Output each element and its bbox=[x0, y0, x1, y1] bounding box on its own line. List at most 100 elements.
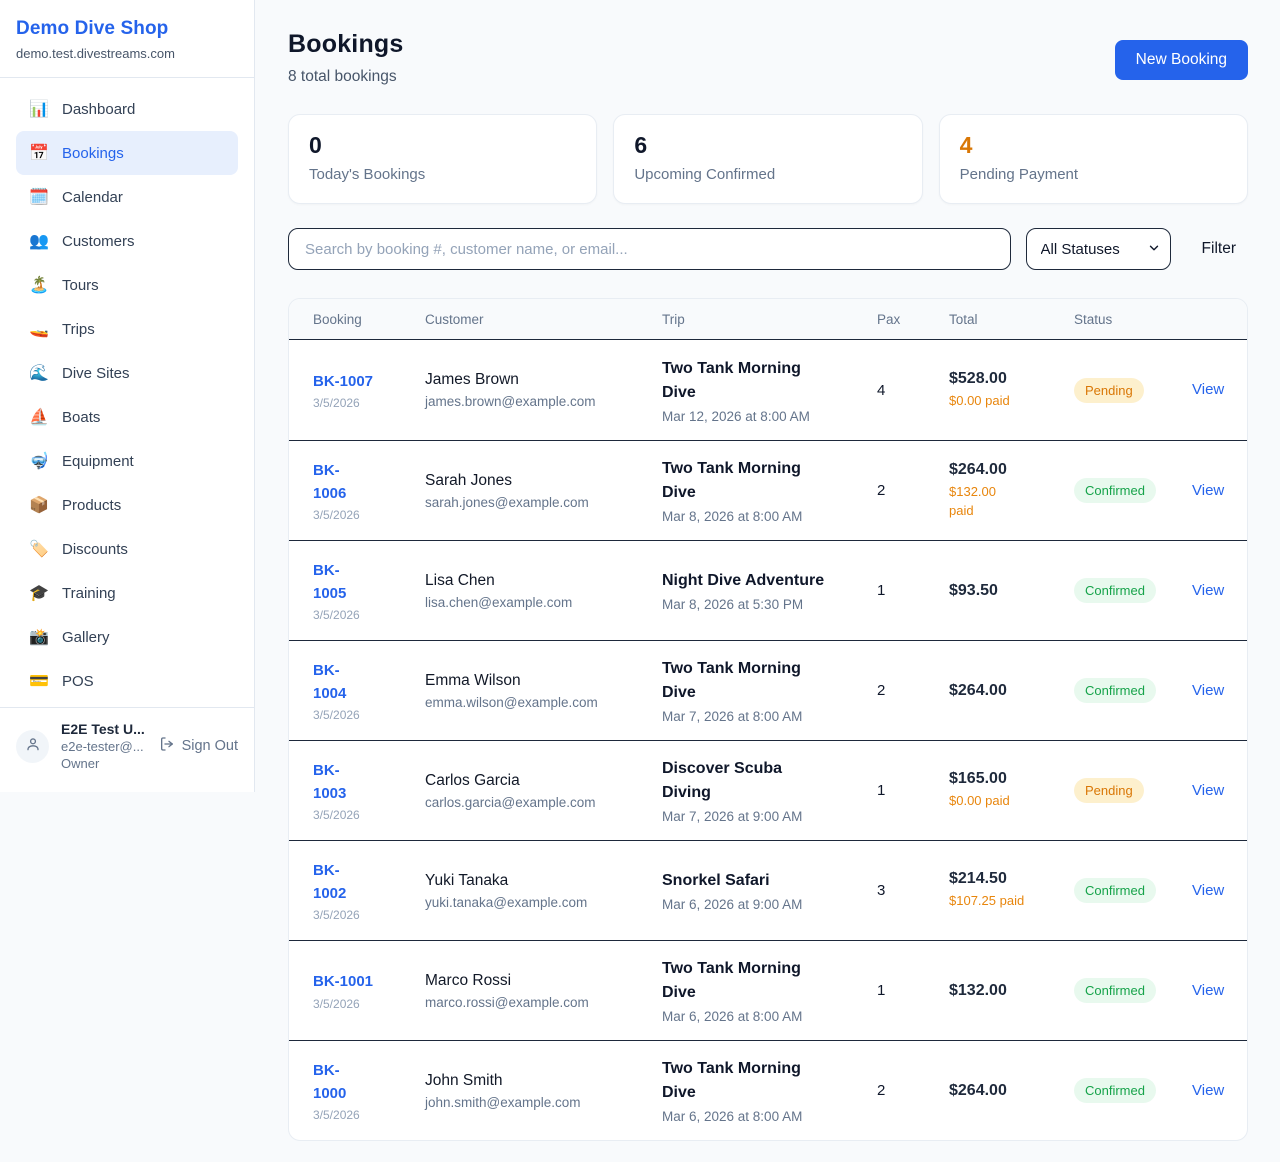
search-input[interactable] bbox=[288, 228, 1011, 270]
trip-datetime: Mar 6, 2026 at 9:00 AM bbox=[662, 897, 877, 912]
column-header-status: Status bbox=[1074, 312, 1192, 327]
booking-id-link[interactable]: BK-1005 bbox=[313, 559, 355, 606]
booking-cell: BK-1005 3/5/2026 bbox=[313, 559, 425, 623]
booking-date: 3/5/2026 bbox=[313, 396, 425, 410]
view-link[interactable]: View bbox=[1192, 1082, 1224, 1099]
booking-id-link[interactable]: BK-1002 bbox=[313, 859, 355, 906]
sidebar-item-dashboard[interactable]: 📊 Dashboard bbox=[16, 87, 238, 131]
sidebar-item-training[interactable]: 🎓 Training bbox=[16, 571, 238, 615]
action-cell: View bbox=[1192, 381, 1224, 399]
view-link[interactable]: View bbox=[1192, 882, 1224, 899]
customer-name: Emma Wilson bbox=[425, 672, 662, 690]
stat-card-pending-payment: 4 Pending Payment bbox=[939, 114, 1248, 204]
view-link[interactable]: View bbox=[1192, 782, 1224, 799]
boats-icon: ⛵ bbox=[29, 407, 49, 427]
booking-id-link[interactable]: BK-1007 bbox=[313, 370, 425, 393]
customer-email: james.brown@example.com bbox=[425, 394, 662, 409]
person-icon bbox=[25, 736, 41, 757]
status-cell: Pending bbox=[1074, 778, 1192, 803]
booking-cell: BK-1000 3/5/2026 bbox=[313, 1059, 425, 1123]
page-title: Bookings bbox=[288, 30, 404, 59]
sidebar-item-equipment[interactable]: 🤿 Equipment bbox=[16, 439, 238, 483]
shop-name: Demo Dive Shop bbox=[16, 18, 238, 40]
total-amount: $264.00 bbox=[949, 1082, 1074, 1100]
booking-date: 3/5/2026 bbox=[313, 508, 425, 522]
trip-datetime: Mar 6, 2026 at 8:00 AM bbox=[662, 1109, 877, 1124]
trip-datetime: Mar 7, 2026 at 8:00 AM bbox=[662, 709, 877, 724]
paid-amount: $132.00 paid bbox=[949, 483, 1007, 521]
sidebar-item-trips[interactable]: 🚤 Trips bbox=[16, 307, 238, 351]
filter-button[interactable]: Filter bbox=[1202, 240, 1236, 258]
sign-out-button[interactable]: Sign Out bbox=[159, 736, 238, 756]
status-cell: Pending bbox=[1074, 378, 1192, 403]
total-amount: $132.00 bbox=[949, 982, 1074, 1000]
customer-email: john.smith@example.com bbox=[425, 1095, 662, 1110]
booking-id-link[interactable]: BK-1006 bbox=[313, 459, 355, 506]
view-link[interactable]: View bbox=[1192, 582, 1224, 599]
action-cell: View bbox=[1192, 982, 1224, 1000]
sidebar-item-calendar[interactable]: 🗓️ Calendar bbox=[16, 175, 238, 219]
sidebar-item-bookings[interactable]: 📅 Bookings bbox=[16, 131, 238, 175]
user-name: E2E Test U... bbox=[61, 721, 147, 737]
status-cell: Confirmed bbox=[1074, 678, 1192, 703]
view-link[interactable]: View bbox=[1192, 682, 1224, 699]
sidebar-item-dive-sites[interactable]: 🌊 Dive Sites bbox=[16, 351, 238, 395]
status-badge: Confirmed bbox=[1074, 678, 1156, 703]
status-cell: Confirmed bbox=[1074, 578, 1192, 603]
booking-id-link[interactable]: BK-1000 bbox=[313, 1059, 355, 1106]
customer-cell: James Brown james.brown@example.com bbox=[425, 371, 662, 409]
stat-label: Today's Bookings bbox=[309, 166, 576, 183]
trip-cell: Two Tank Morning Dive Mar 12, 2026 at 8:… bbox=[662, 357, 877, 424]
trip-cell: Discover Scuba Diving Mar 7, 2026 at 9:0… bbox=[662, 757, 877, 824]
trip-name: Two Tank Morning Dive bbox=[662, 457, 828, 505]
booking-id-link[interactable]: BK-1001 bbox=[313, 970, 425, 993]
action-cell: View bbox=[1192, 782, 1224, 800]
customer-cell: Yuki Tanaka yuki.tanaka@example.com bbox=[425, 872, 662, 910]
view-link[interactable]: View bbox=[1192, 982, 1224, 999]
paid-amount: $0.00 paid bbox=[949, 792, 1074, 811]
table-row: BK-1001 3/5/2026 Marco Rossi marco.rossi… bbox=[289, 940, 1247, 1040]
column-header-trip: Trip bbox=[662, 312, 877, 327]
status-badge: Confirmed bbox=[1074, 578, 1156, 603]
customer-name: Carlos Garcia bbox=[425, 772, 662, 790]
status-filter-select[interactable]: All Statuses bbox=[1026, 228, 1171, 270]
sidebar-item-boats[interactable]: ⛵ Boats bbox=[16, 395, 238, 439]
user-info: E2E Test U... e2e-tester@... Owner bbox=[61, 721, 147, 771]
dive-sites-icon: 🌊 bbox=[29, 363, 49, 383]
column-header-pax: Pax bbox=[877, 312, 949, 327]
customer-name: Marco Rossi bbox=[425, 972, 662, 990]
trip-name: Discover Scuba Diving bbox=[662, 757, 828, 805]
booking-id-link[interactable]: BK-1003 bbox=[313, 759, 355, 806]
stat-value: 0 bbox=[309, 132, 576, 159]
sidebar-item-discounts[interactable]: 🏷️ Discounts bbox=[16, 527, 238, 571]
action-cell: View bbox=[1192, 482, 1224, 500]
customer-cell: Sarah Jones sarah.jones@example.com bbox=[425, 472, 662, 510]
new-booking-button[interactable]: New Booking bbox=[1115, 40, 1248, 80]
pax-count: 1 bbox=[877, 782, 949, 799]
stats-cards: 0 Today's Bookings 6 Upcoming Confirmed … bbox=[288, 114, 1248, 204]
training-icon: 🎓 bbox=[29, 583, 49, 603]
trip-cell: Two Tank Morning Dive Mar 8, 2026 at 8:0… bbox=[662, 457, 877, 524]
trip-datetime: Mar 6, 2026 at 8:00 AM bbox=[662, 1009, 877, 1024]
view-link[interactable]: View bbox=[1192, 381, 1224, 398]
view-link[interactable]: View bbox=[1192, 482, 1224, 499]
bookings-icon: 📅 bbox=[29, 143, 49, 163]
sidebar-item-tours[interactable]: 🏝️ Tours bbox=[16, 263, 238, 307]
booking-id-link[interactable]: BK-1004 bbox=[313, 659, 355, 706]
sidebar-item-customers[interactable]: 👥 Customers bbox=[16, 219, 238, 263]
customer-email: marco.rossi@example.com bbox=[425, 995, 662, 1010]
customer-name: Lisa Chen bbox=[425, 572, 662, 590]
sidebar-item-products[interactable]: 📦 Products bbox=[16, 483, 238, 527]
sidebar-item-pos[interactable]: 💳 POS bbox=[16, 659, 238, 703]
paid-amount: $0.00 paid bbox=[949, 392, 1074, 411]
stat-card-upcoming-confirmed: 6 Upcoming Confirmed bbox=[613, 114, 922, 204]
sign-out-label: Sign Out bbox=[182, 738, 238, 754]
stat-label: Pending Payment bbox=[960, 166, 1227, 183]
stat-value: 6 bbox=[634, 132, 901, 159]
booking-date: 3/5/2026 bbox=[313, 608, 425, 622]
sidebar-item-gallery[interactable]: 📸 Gallery bbox=[16, 615, 238, 659]
app-root: Demo Dive Shop demo.test.divestreams.com… bbox=[0, 0, 1280, 1162]
brand-block: Demo Dive Shop demo.test.divestreams.com bbox=[0, 0, 254, 78]
page-header-text: Bookings 8 total bookings bbox=[288, 30, 404, 86]
trip-name: Two Tank Morning Dive bbox=[662, 957, 828, 1005]
